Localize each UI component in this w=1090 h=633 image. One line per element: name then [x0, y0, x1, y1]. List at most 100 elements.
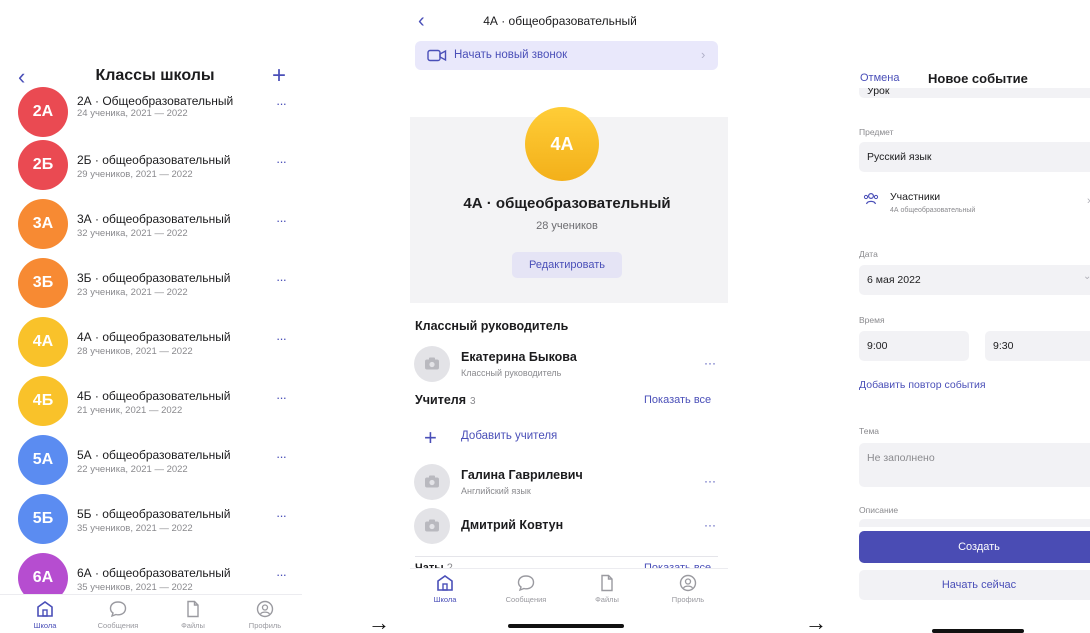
participants-button[interactable]: Участники	[890, 191, 940, 203]
more-icon[interactable]: ···	[276, 508, 287, 523]
camera-icon	[425, 519, 439, 532]
tab-label: Профиль	[671, 595, 705, 604]
profile-icon	[256, 600, 274, 618]
class-info: 22 ученика, 2021 — 2022	[77, 464, 188, 475]
class-info: 35 учеников, 2021 — 2022	[77, 523, 193, 534]
camera-icon	[425, 475, 439, 488]
teachers-count: 3	[470, 396, 476, 407]
tab-bar: Школа Сообщения Файлы Профиль	[0, 594, 302, 633]
tab-messages[interactable]: Сообщения	[491, 573, 561, 604]
add-repeat-link[interactable]: Добавить повтор события	[859, 379, 986, 391]
class-row[interactable]: 4А 4А · общеобразовательный 28 учеников,…	[18, 317, 298, 367]
school-icon	[37, 601, 53, 617]
tab-label: Профиль	[248, 621, 282, 630]
more-icon[interactable]: ···	[704, 518, 716, 532]
add-teacher-button[interactable]: Добавить учителя	[461, 430, 557, 442]
video-camera-icon	[427, 49, 447, 62]
tab-profile[interactable]: Профиль	[230, 599, 300, 630]
date-value: 6 мая 2022	[867, 274, 921, 286]
more-icon[interactable]: ···	[276, 567, 287, 582]
divider	[415, 556, 718, 557]
class-row[interactable]: 3А 3А · общеобразовательный 32 ученика, …	[18, 199, 298, 249]
tab-bar: Школа Сообщения Файлы Профиль	[410, 568, 728, 608]
event-type-select[interactable]: Урок	[859, 88, 1090, 98]
class-name: 6А · общеобразовательный	[77, 566, 231, 580]
more-icon[interactable]: ···	[276, 331, 287, 346]
tab-school[interactable]: Школа	[10, 599, 80, 630]
teacher-name: Екатерина Быкова	[461, 350, 577, 364]
show-all-teachers-link[interactable]: Показать все	[644, 394, 711, 406]
student-count: 28 учеников	[536, 220, 598, 232]
more-icon[interactable]: ···	[276, 390, 287, 405]
participants-summary: 4А общеобразовательный	[890, 207, 976, 214]
file-icon	[187, 600, 199, 618]
teacher-row[interactable]: Галина Гаврилевич Английский язык ···	[414, 464, 719, 500]
home-indicator	[932, 629, 1024, 633]
start-call-label: Начать новый звонок	[454, 49, 568, 61]
class-row[interactable]: 5А 5А · общеобразовательный 22 ученика, …	[18, 435, 298, 485]
class-badge: 2А	[18, 87, 68, 137]
class-row[interactable]: 4Б 4Б · общеобразовательный 21 ученик, 2…	[18, 376, 298, 426]
more-icon[interactable]: ···	[704, 356, 716, 370]
date-field[interactable]: 6 мая 2022 ⌄	[859, 265, 1090, 295]
class-badge: 5Б	[18, 494, 68, 544]
tab-school[interactable]: Школа	[410, 573, 480, 604]
time-label: Время	[859, 315, 885, 325]
class-info: 35 учеников, 2021 — 2022	[77, 582, 193, 593]
school-icon	[437, 575, 453, 591]
tab-files[interactable]: Файлы	[158, 599, 228, 630]
tab-label: Школа	[33, 621, 57, 630]
page-title: Классы школы	[95, 67, 215, 84]
description-field[interactable]	[859, 519, 1090, 527]
start-now-button[interactable]: Начать сейчас	[859, 570, 1090, 600]
avatar	[414, 464, 450, 500]
edit-button[interactable]: Редактировать	[512, 252, 622, 278]
tab-files[interactable]: Файлы	[572, 573, 642, 604]
chat-icon	[517, 575, 535, 592]
class-row[interactable]: 3Б 3Б · общеобразовательный 23 ученика, …	[18, 258, 298, 308]
more-icon[interactable]: ···	[276, 272, 287, 287]
more-icon[interactable]: ···	[276, 449, 287, 464]
tab-profile[interactable]: Профиль	[653, 573, 723, 604]
teacher-name: Дмитрий Ковтун	[461, 518, 564, 532]
class-name: 5Б · общеобразовательный	[77, 507, 231, 521]
topic-field[interactable]: Не заполнено	[859, 443, 1090, 487]
tab-label: Файлы	[595, 595, 619, 604]
cancel-button[interactable]: Отмена	[860, 72, 899, 84]
time-start-field[interactable]: 9:00	[859, 331, 969, 361]
homeroom-teacher[interactable]: Екатерина Быкова Классный руководитель ·…	[414, 346, 719, 382]
class-name: 5А · общеобразовательный	[77, 448, 231, 462]
subject-label: Предмет	[859, 127, 894, 137]
avatar	[414, 346, 450, 382]
teacher-role: Классный руководитель	[461, 368, 562, 378]
people-icon	[863, 192, 879, 205]
teacher-name: Галина Гаврилевич	[461, 468, 583, 482]
more-icon[interactable]: ···	[704, 474, 716, 488]
class-name: 2Б · общеобразовательный	[77, 153, 231, 167]
plus-icon[interactable]: +	[424, 425, 437, 451]
more-icon[interactable]: ···	[276, 96, 287, 111]
class-info: 28 учеников, 2021 — 2022	[77, 346, 193, 357]
class-row[interactable]: 5Б 5Б · общеобразовательный 35 учеников,…	[18, 494, 298, 544]
teacher-row[interactable]: Дмитрий Ковтун ···	[414, 508, 719, 544]
class-name: 4Б · общеобразовательный	[77, 389, 231, 403]
tab-messages[interactable]: Сообщения	[83, 599, 153, 630]
start-call-button[interactable]: Начать новый звонок ›	[415, 41, 718, 70]
chevron-right-icon: ›	[701, 47, 706, 62]
flow-arrow: →	[805, 610, 827, 633]
class-info: 32 ученика, 2021 — 2022	[77, 228, 188, 239]
teachers-heading-label: Учителя	[415, 393, 467, 407]
time-end-field[interactable]: 9:30	[985, 331, 1090, 361]
add-class-icon[interactable]: +	[272, 62, 286, 90]
more-icon[interactable]: ···	[276, 154, 287, 169]
class-row[interactable]: 2А 2А · Общеобразовательный 24 ученика, …	[18, 87, 298, 137]
subject-field[interactable]: Русский язык	[859, 142, 1090, 172]
event-type-value: Урок	[867, 88, 890, 97]
date-label: Дата	[859, 249, 878, 259]
create-button[interactable]: Создать	[859, 531, 1090, 563]
more-icon[interactable]: ···	[276, 213, 287, 228]
homeroom-heading: Классный руководитель	[415, 319, 569, 333]
class-row[interactable]: 2Б 2Б · общеобразовательный 29 учеников,…	[18, 140, 298, 190]
description-label: Описание	[859, 505, 899, 515]
new-event-screen: Отмена Новое событие Урок Предмет Русски…	[850, 0, 1090, 633]
